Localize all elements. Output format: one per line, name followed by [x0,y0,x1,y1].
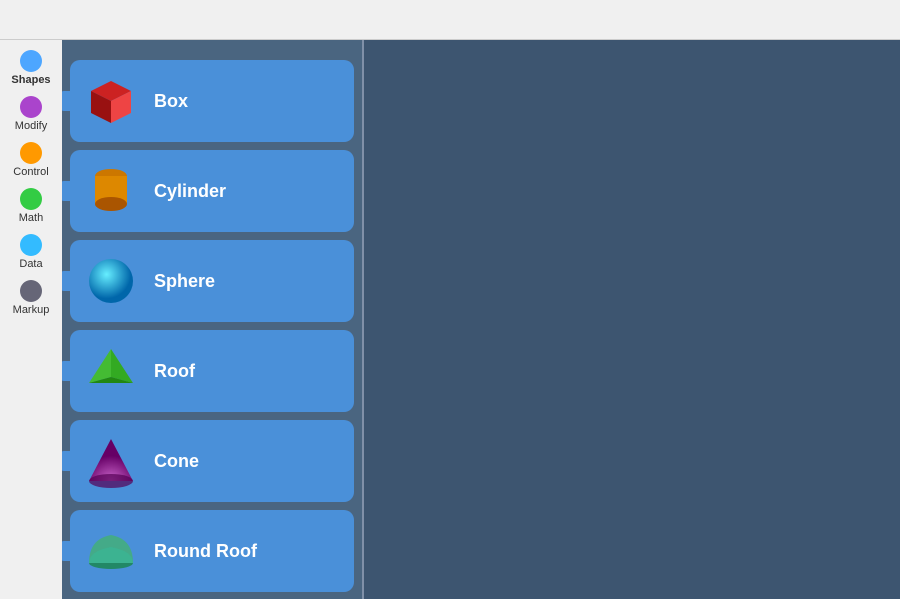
category-dot-control [20,142,42,164]
shape-label-cone: Cone [154,451,199,472]
shape-label-cylinder: Cylinder [154,181,226,202]
category-dot-math [20,188,42,210]
undo-button[interactable] [12,16,20,24]
shape-block-round-roof[interactable]: Round Roof [70,510,354,592]
shapes-list[interactable]: Box Cylinder Sphere [62,56,362,599]
toolbar [0,0,900,40]
sidebar-item-control[interactable]: Control [2,138,60,182]
category-dot-shapes [20,50,42,72]
shape-block-box[interactable]: Box [70,60,354,142]
shape-block-cylinder[interactable]: Cylinder [70,150,354,232]
sidebar-item-math[interactable]: Math [2,184,60,228]
sidebar-item-data[interactable]: Data [2,230,60,274]
sidebar-item-markup[interactable]: Markup [2,276,60,320]
shape-icon-sphere [76,246,146,316]
shape-label-box: Box [154,91,188,112]
shape-label-sphere: Sphere [154,271,215,292]
shape-icon-cylinder [76,156,146,226]
category-dot-data [20,234,42,256]
category-dot-markup [20,280,42,302]
shapes-panel-title [62,40,362,56]
shape-label-roof: Roof [154,361,195,382]
shape-label-round-roof: Round Roof [154,541,257,562]
main-area: Shapes Modify Control Math Data Markup B… [0,40,900,599]
shape-block-cone[interactable]: Cone [70,420,354,502]
shapes-panel: Box Cylinder Sphere [62,40,362,599]
category-label-control: Control [13,166,48,178]
shape-icon-roof [76,336,146,406]
canvas-area[interactable] [364,40,900,599]
shape-icon-box [76,66,146,136]
shape-block-roof[interactable]: Roof [70,330,354,412]
shape-block-sphere[interactable]: Sphere [70,240,354,322]
redo-button[interactable] [36,16,44,24]
category-dot-modify [20,96,42,118]
shape-icon-round-roof [76,516,146,586]
category-label-modify: Modify [15,120,47,132]
shape-icon-cone [76,426,146,496]
category-label-math: Math [19,212,43,224]
sidebar-item-modify[interactable]: Modify [2,92,60,136]
category-sidebar: Shapes Modify Control Math Data Markup [0,40,62,599]
category-label-shapes: Shapes [11,74,50,86]
category-label-markup: Markup [13,304,50,316]
sidebar-item-shapes[interactable]: Shapes [2,46,60,90]
category-label-data: Data [19,258,42,270]
